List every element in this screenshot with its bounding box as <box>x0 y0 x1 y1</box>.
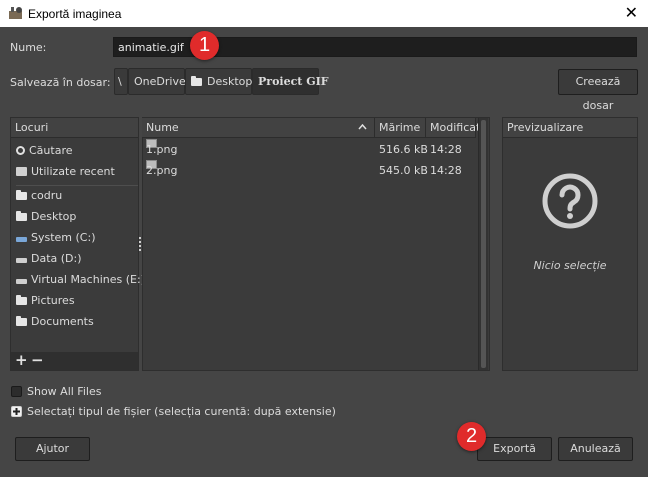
drive-icon <box>16 279 27 284</box>
breadcrumb-root[interactable]: \ <box>114 68 128 95</box>
annotation-marker-2: 2 <box>457 422 486 451</box>
place-label: Virtual Machines (E:) <box>31 273 145 286</box>
folder-icon <box>16 190 27 200</box>
file-modified: 14:28 <box>430 143 462 156</box>
file-size: 516.6 kB <box>379 143 428 156</box>
breadcrumb-desktop[interactable]: Desktop <box>185 68 252 95</box>
column-header-size[interactable]: Mărime <box>375 118 426 138</box>
search-icon <box>16 146 25 155</box>
question-mark-icon <box>542 173 598 229</box>
sort-ascending-icon <box>358 124 367 130</box>
place-pictures[interactable]: Pictures <box>11 290 139 311</box>
breadcrumb-proiect-gif[interactable]: Proiect GIF <box>252 68 329 95</box>
help-button[interactable]: Ajutor <box>15 437 90 461</box>
place-label: Utilizate recent <box>31 165 115 178</box>
folder-icon <box>16 295 27 305</box>
place-documents[interactable]: Documents <box>11 311 139 332</box>
show-all-files-checkbox[interactable] <box>11 386 22 397</box>
breadcrumb-label: Proiect GIF <box>258 75 329 88</box>
annotation-marker-1: 1 <box>190 31 219 60</box>
pane-splitter-handle[interactable] <box>139 237 141 251</box>
breadcrumb-onedrive[interactable]: OneDrive <box>128 68 186 95</box>
cancel-button[interactable]: Anulează <box>558 437 633 461</box>
add-place-button[interactable]: + <box>15 351 28 369</box>
places-toolbar: + − <box>11 351 138 370</box>
place-recent[interactable]: Utilizate recent <box>11 161 139 182</box>
preview-panel: Previzualizare Nicio selecție <box>502 117 638 371</box>
file-row[interactable]: 2.png 545.0 kB 14:28 <box>142 160 476 181</box>
scrollbar-thumb[interactable] <box>481 120 486 368</box>
folder-icon <box>191 76 202 86</box>
place-label: codru <box>31 189 63 202</box>
drive-icon <box>16 237 27 242</box>
title-bar: Exportă imaginea ✕ <box>0 0 648 27</box>
save-in-folder-label: Salvează în dosar: <box>10 76 111 89</box>
column-header-name[interactable]: Nume <box>142 118 375 138</box>
column-label: Nume <box>146 121 179 134</box>
recent-icon <box>16 167 27 176</box>
place-search[interactable]: Căutare <box>11 140 139 161</box>
file-name: 2.png <box>146 164 178 177</box>
close-icon[interactable]: ✕ <box>625 4 638 22</box>
place-label: Căutare <box>29 144 73 157</box>
places-header: Locuri <box>11 118 138 138</box>
file-row[interactable]: 1.png 516.6 kB 14:28 <box>142 139 476 160</box>
place-label: Pictures <box>31 294 75 307</box>
place-virtual-machines-e[interactable]: Virtual Machines (E:) <box>11 269 145 290</box>
place-system-c[interactable]: System (C:) <box>11 227 139 248</box>
drive-icon <box>16 258 27 263</box>
create-folder-button[interactable]: Creează dosar <box>558 69 638 112</box>
breadcrumb-label: OneDrive <box>134 75 186 88</box>
folder-icon <box>16 211 27 221</box>
name-label: Nume: <box>10 41 47 54</box>
place-data-d[interactable]: Data (D:) <box>11 248 139 269</box>
place-label: Desktop <box>31 210 77 223</box>
file-type-label[interactable]: Selectați tipul de fișier (selecția cure… <box>27 405 336 418</box>
place-label: Data (D:) <box>31 252 82 265</box>
file-name: 1.png <box>146 143 178 156</box>
remove-place-button[interactable]: − <box>31 351 44 369</box>
column-header-modified[interactable]: Modificat <box>426 118 480 138</box>
place-codru[interactable]: codru <box>11 185 139 206</box>
preview-empty-text: Nicio selecție <box>533 259 607 272</box>
show-all-files-label: Show All Files <box>27 385 102 398</box>
place-label: Documents <box>31 315 94 328</box>
plus-icon <box>13 408 20 415</box>
gimp-icon <box>9 7 22 19</box>
expand-file-type-toggle[interactable] <box>11 406 22 417</box>
place-label: System (C:) <box>31 231 96 244</box>
places-panel: Locuri Căutare Utilizate recent codru De… <box>10 117 145 371</box>
export-button[interactable]: Exportă <box>477 437 552 461</box>
preview-header: Previzualizare <box>503 118 637 138</box>
file-list-scrollbar[interactable] <box>478 118 488 370</box>
breadcrumb-label: Desktop <box>207 75 253 88</box>
folder-icon <box>16 316 27 326</box>
window-title: Exportă imaginea <box>28 7 122 21</box>
file-modified: 14:28 <box>430 164 462 177</box>
place-desktop[interactable]: Desktop <box>11 206 139 227</box>
file-size: 545.0 kB <box>379 164 428 177</box>
